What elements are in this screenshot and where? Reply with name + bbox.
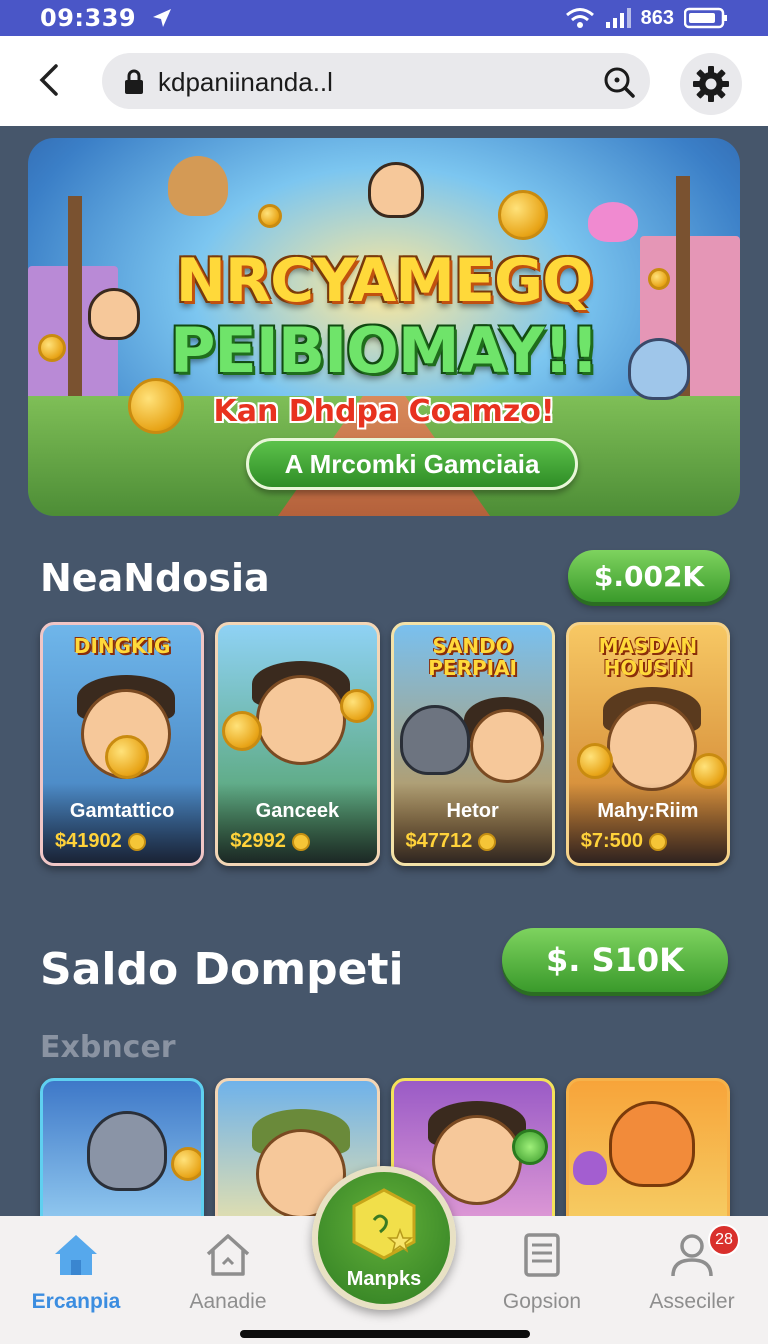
- coin-icon: [127, 832, 146, 851]
- card-price: $2992: [230, 830, 310, 853]
- card-top-label: DINGKIG: [73, 634, 171, 658]
- coin-icon: [498, 190, 548, 240]
- nav-label: Asseciler: [649, 1290, 735, 1313]
- nav-label: Gopsion: [502, 1290, 582, 1313]
- card-name: Hetor: [446, 800, 499, 822]
- nav-item-gopsion[interactable]: Gopsion: [472, 1230, 612, 1314]
- center-action-button[interactable]: Manpks: [312, 1166, 456, 1310]
- banner-subtitle: Kan Dhdpa Coamzo!: [213, 394, 555, 429]
- cat-character: [399, 705, 470, 775]
- lock-icon: [125, 69, 143, 94]
- bear-character: [168, 156, 228, 216]
- nav-label: Ercanpia: [31, 1290, 121, 1313]
- card-top-label: SANDO PERPIAI: [428, 634, 517, 680]
- battery-icon: [684, 7, 727, 29]
- receipt-icon: [524, 1233, 560, 1277]
- purple-creature: [572, 1151, 607, 1185]
- coin-icon: [105, 735, 149, 779]
- back-button[interactable]: [30, 60, 70, 100]
- coin-icon: [478, 832, 497, 851]
- game-card[interactable]: MASDAN HOUSIN Mahy:Riim $7:500: [565, 622, 730, 866]
- status-signal-text: 863: [640, 6, 674, 29]
- coin-icon: [649, 832, 668, 851]
- character-face: [469, 709, 544, 783]
- wolf-character: [87, 1111, 167, 1191]
- nav-item-aanadie[interactable]: Aanadie: [158, 1230, 298, 1314]
- section2-amount-button[interactable]: $. S10K: [502, 928, 728, 992]
- section1-amount-button[interactable]: $.002K: [568, 550, 730, 602]
- section1-title: NeaNdosia: [40, 556, 270, 600]
- card-price: $47712: [406, 830, 497, 853]
- nav-item-account[interactable]: Asseciler: [622, 1230, 762, 1314]
- pink-creature: [588, 202, 638, 242]
- settings-button[interactable]: [680, 53, 742, 115]
- card-price: $7:500: [580, 830, 668, 853]
- card-price-value: $47712: [405, 830, 473, 852]
- status-bar: 09:339 863: [0, 0, 768, 36]
- home-icon: [55, 1235, 97, 1275]
- coin-icon: [171, 1147, 202, 1181]
- section2-title: Saldo Dompeti: [40, 944, 404, 995]
- game-card[interactable]: DINGKIG Gamtattico $41902: [40, 622, 205, 866]
- character-face: [431, 1115, 522, 1205]
- card-name: Gamtattico: [69, 800, 175, 822]
- game-card[interactable]: Ganceek $2992: [215, 622, 380, 866]
- section2-subtitle: Exbncer: [40, 1030, 176, 1065]
- card-price: $41902: [55, 830, 146, 853]
- coin-icon: [258, 204, 282, 228]
- address-bar[interactable]: kdpaniinanda..l: [102, 53, 650, 109]
- chevron-left-icon: [39, 64, 58, 96]
- character-face: [606, 701, 697, 791]
- card-top-label: MASDAN HOUSIN: [598, 634, 698, 680]
- signal-icon: [605, 8, 631, 28]
- banner-title-line1: NRCYAMEGQ: [175, 246, 594, 316]
- promo-banner[interactable]: NRCYAMEGQ PEIBIOMAY!! Kan Dhdpa Coamzo! …: [28, 138, 740, 516]
- coin-icon: [340, 689, 375, 723]
- center-action-label: Manpks: [346, 1268, 422, 1290]
- game-card[interactable]: SANDO PERPIAI Hetor $47712: [390, 622, 555, 866]
- card-price-value: $7:500: [580, 830, 644, 852]
- location-arrow-icon: [153, 9, 172, 27]
- status-time: 09:339: [40, 4, 137, 32]
- url-text: kdpaniinanda..l: [158, 67, 333, 97]
- house-outline-icon: [206, 1234, 250, 1276]
- nav-label: Aanadie: [189, 1290, 267, 1313]
- search-icon[interactable]: [602, 65, 636, 99]
- card-price-value: $2992: [230, 830, 286, 852]
- boy-character: [368, 162, 424, 218]
- coin-icon: [222, 711, 263, 751]
- card-name: Mahy:Riim: [597, 800, 699, 822]
- coin-icon: [511, 1129, 548, 1165]
- coin-icon: [291, 832, 310, 851]
- gear-icon: [693, 66, 729, 102]
- notification-badge: 28: [708, 1224, 740, 1256]
- card-name: Ganceek: [255, 800, 340, 822]
- coin-icon: [576, 743, 613, 779]
- hexagon-star-icon: [352, 1188, 416, 1260]
- home-indicator[interactable]: [240, 1330, 530, 1338]
- browser-bar: kdpaniinanda..l: [0, 36, 768, 126]
- fox-character: [608, 1101, 695, 1187]
- banner-title-line2: PEIBIOMAY!!: [169, 314, 599, 387]
- character-face: [256, 675, 347, 765]
- banner-cta-button[interactable]: A Mrcomki Gamciaia: [246, 438, 578, 490]
- wifi-icon: [565, 8, 594, 28]
- section1-card-row: DINGKIG Gamtattico $41902 Ganceek $2992 …: [40, 622, 730, 866]
- nav-item-home[interactable]: Ercanpia: [6, 1230, 146, 1314]
- card-price-value: $41902: [55, 830, 122, 852]
